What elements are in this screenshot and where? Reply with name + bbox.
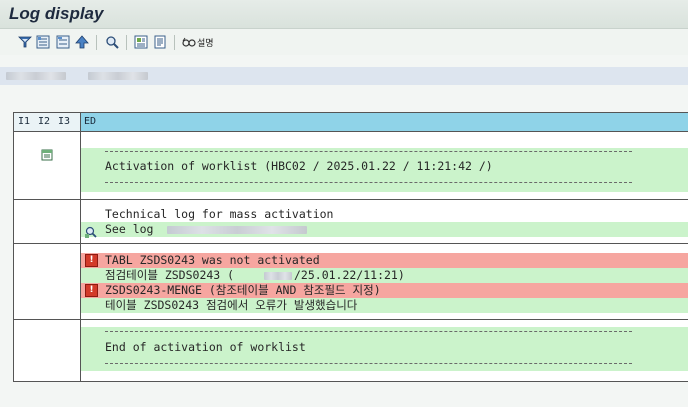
see-log-link[interactable]: See log xyxy=(105,222,153,237)
header-i1: I1 xyxy=(18,116,31,127)
toolbar: 설명 xyxy=(0,29,688,55)
redacted-text xyxy=(88,72,148,80)
filter-icon[interactable] xyxy=(16,34,33,50)
redacted-text xyxy=(264,272,292,280)
page-title: Log display xyxy=(9,4,104,23)
error-line-not-activated: TABL ZSDS0243 was not activated xyxy=(105,253,320,267)
collapse-icon[interactable] xyxy=(54,34,71,50)
expand-icon[interactable] xyxy=(34,34,51,50)
log-line-check-table: 점검테이블 ZSDS0243 ( xyxy=(105,268,235,282)
help-glasses-icon[interactable] xyxy=(180,34,197,50)
log-line-activation: Activation of worklist (HBC02 / 2025.01.… xyxy=(105,159,493,173)
error-icon: ! xyxy=(85,254,98,267)
redacted-text xyxy=(167,226,307,234)
header-ed: ED xyxy=(84,116,97,127)
log-line-end: End of activation of worklist xyxy=(105,340,306,354)
print-icon[interactable] xyxy=(151,34,168,50)
log-detail-icon[interactable] xyxy=(41,146,53,165)
log-header: I1 I2 I3 ED xyxy=(14,113,688,132)
header-i2: I2 xyxy=(38,116,51,127)
header-i3: I3 xyxy=(58,116,71,127)
layout-icon[interactable] xyxy=(132,34,149,50)
log-line-technical: Technical log for mass activation xyxy=(105,207,334,221)
find-icon[interactable] xyxy=(103,34,120,50)
see-log-icon[interactable] xyxy=(85,223,97,242)
log-table: I1 I2 I3 ED Activation of worklist (HBC0… xyxy=(13,112,688,382)
up-icon[interactable] xyxy=(73,34,90,50)
title-bar: Log display xyxy=(0,0,688,29)
help-label[interactable]: 설명 xyxy=(197,36,214,49)
redacted-text xyxy=(6,72,66,80)
log-line-check-date: /25.01.22/11:21) xyxy=(294,268,405,282)
error-line-menge: ZSDS0243-MENGE (참조테이블 AND 참조필드 지정) xyxy=(105,283,381,297)
error-icon: ! xyxy=(85,284,98,297)
info-bar xyxy=(0,67,688,85)
log-line-error-msg: 테이블 ZSDS0243 점검에서 오류가 발생했습니다 xyxy=(105,298,358,312)
